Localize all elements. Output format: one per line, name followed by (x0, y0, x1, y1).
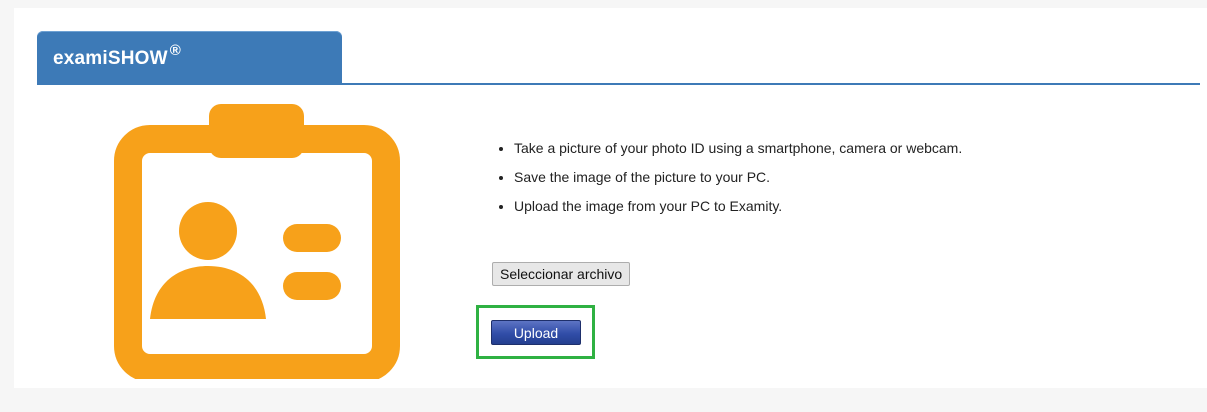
examishow-tab: examiSHOW ® (37, 31, 342, 83)
id-card-detail-line-top (283, 224, 341, 252)
header-divider (37, 83, 1200, 85)
select-file-button[interactable]: Seleccionar archivo (492, 262, 631, 286)
id-card-person-head (179, 202, 237, 260)
trademark-symbol: ® (169, 42, 182, 59)
id-card-icon (114, 104, 400, 379)
instruction-item: Take a picture of your photo ID using a … (514, 140, 962, 157)
id-card-frame (114, 125, 400, 379)
photo-id-instructions: Take a picture of your photo ID using a … (490, 140, 962, 227)
upload-photo-id-page: examiSHOW® Take a picture of your photo … (0, 0, 1207, 412)
id-card-clip (209, 104, 304, 158)
instruction-item: Upload the image from your PC to Examity… (514, 198, 962, 215)
tab-title-text: examiSHOW (53, 48, 168, 69)
tab-title: examiSHOW ® (53, 43, 181, 70)
id-card-person-body (150, 266, 266, 319)
id-card-detail-line-bottom (283, 272, 341, 300)
instruction-item: Save the image of the picture to your PC… (514, 169, 962, 186)
upload-button[interactable]: Upload (491, 320, 581, 345)
